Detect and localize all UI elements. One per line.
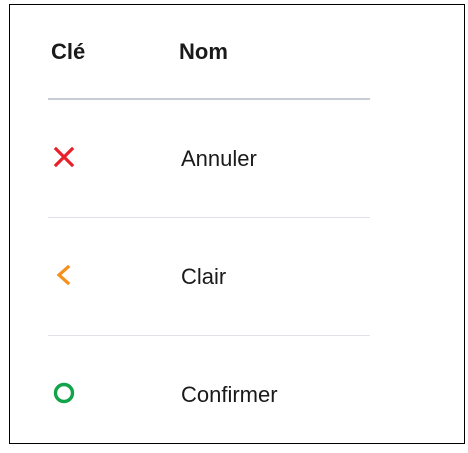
close-icon (53, 146, 75, 168)
key-name-label: Confirmer (181, 382, 278, 407)
key-legend-panel: Clé Nom Annuler Clair Confirmer (9, 4, 465, 444)
chevron-left-icon (53, 264, 75, 286)
column-header-name: Nom (179, 39, 228, 64)
key-table: Clé Nom Annuler Clair Confirmer (48, 31, 370, 453)
table-row: Confirmer (48, 336, 370, 453)
table-header: Clé Nom (48, 31, 370, 100)
key-name-label: Clair (181, 264, 227, 289)
circle-icon (53, 382, 75, 404)
column-header-key: Clé (51, 39, 86, 64)
table-row: Annuler (48, 100, 370, 218)
key-name-label: Annuler (181, 146, 257, 171)
table-row: Clair (48, 218, 370, 336)
